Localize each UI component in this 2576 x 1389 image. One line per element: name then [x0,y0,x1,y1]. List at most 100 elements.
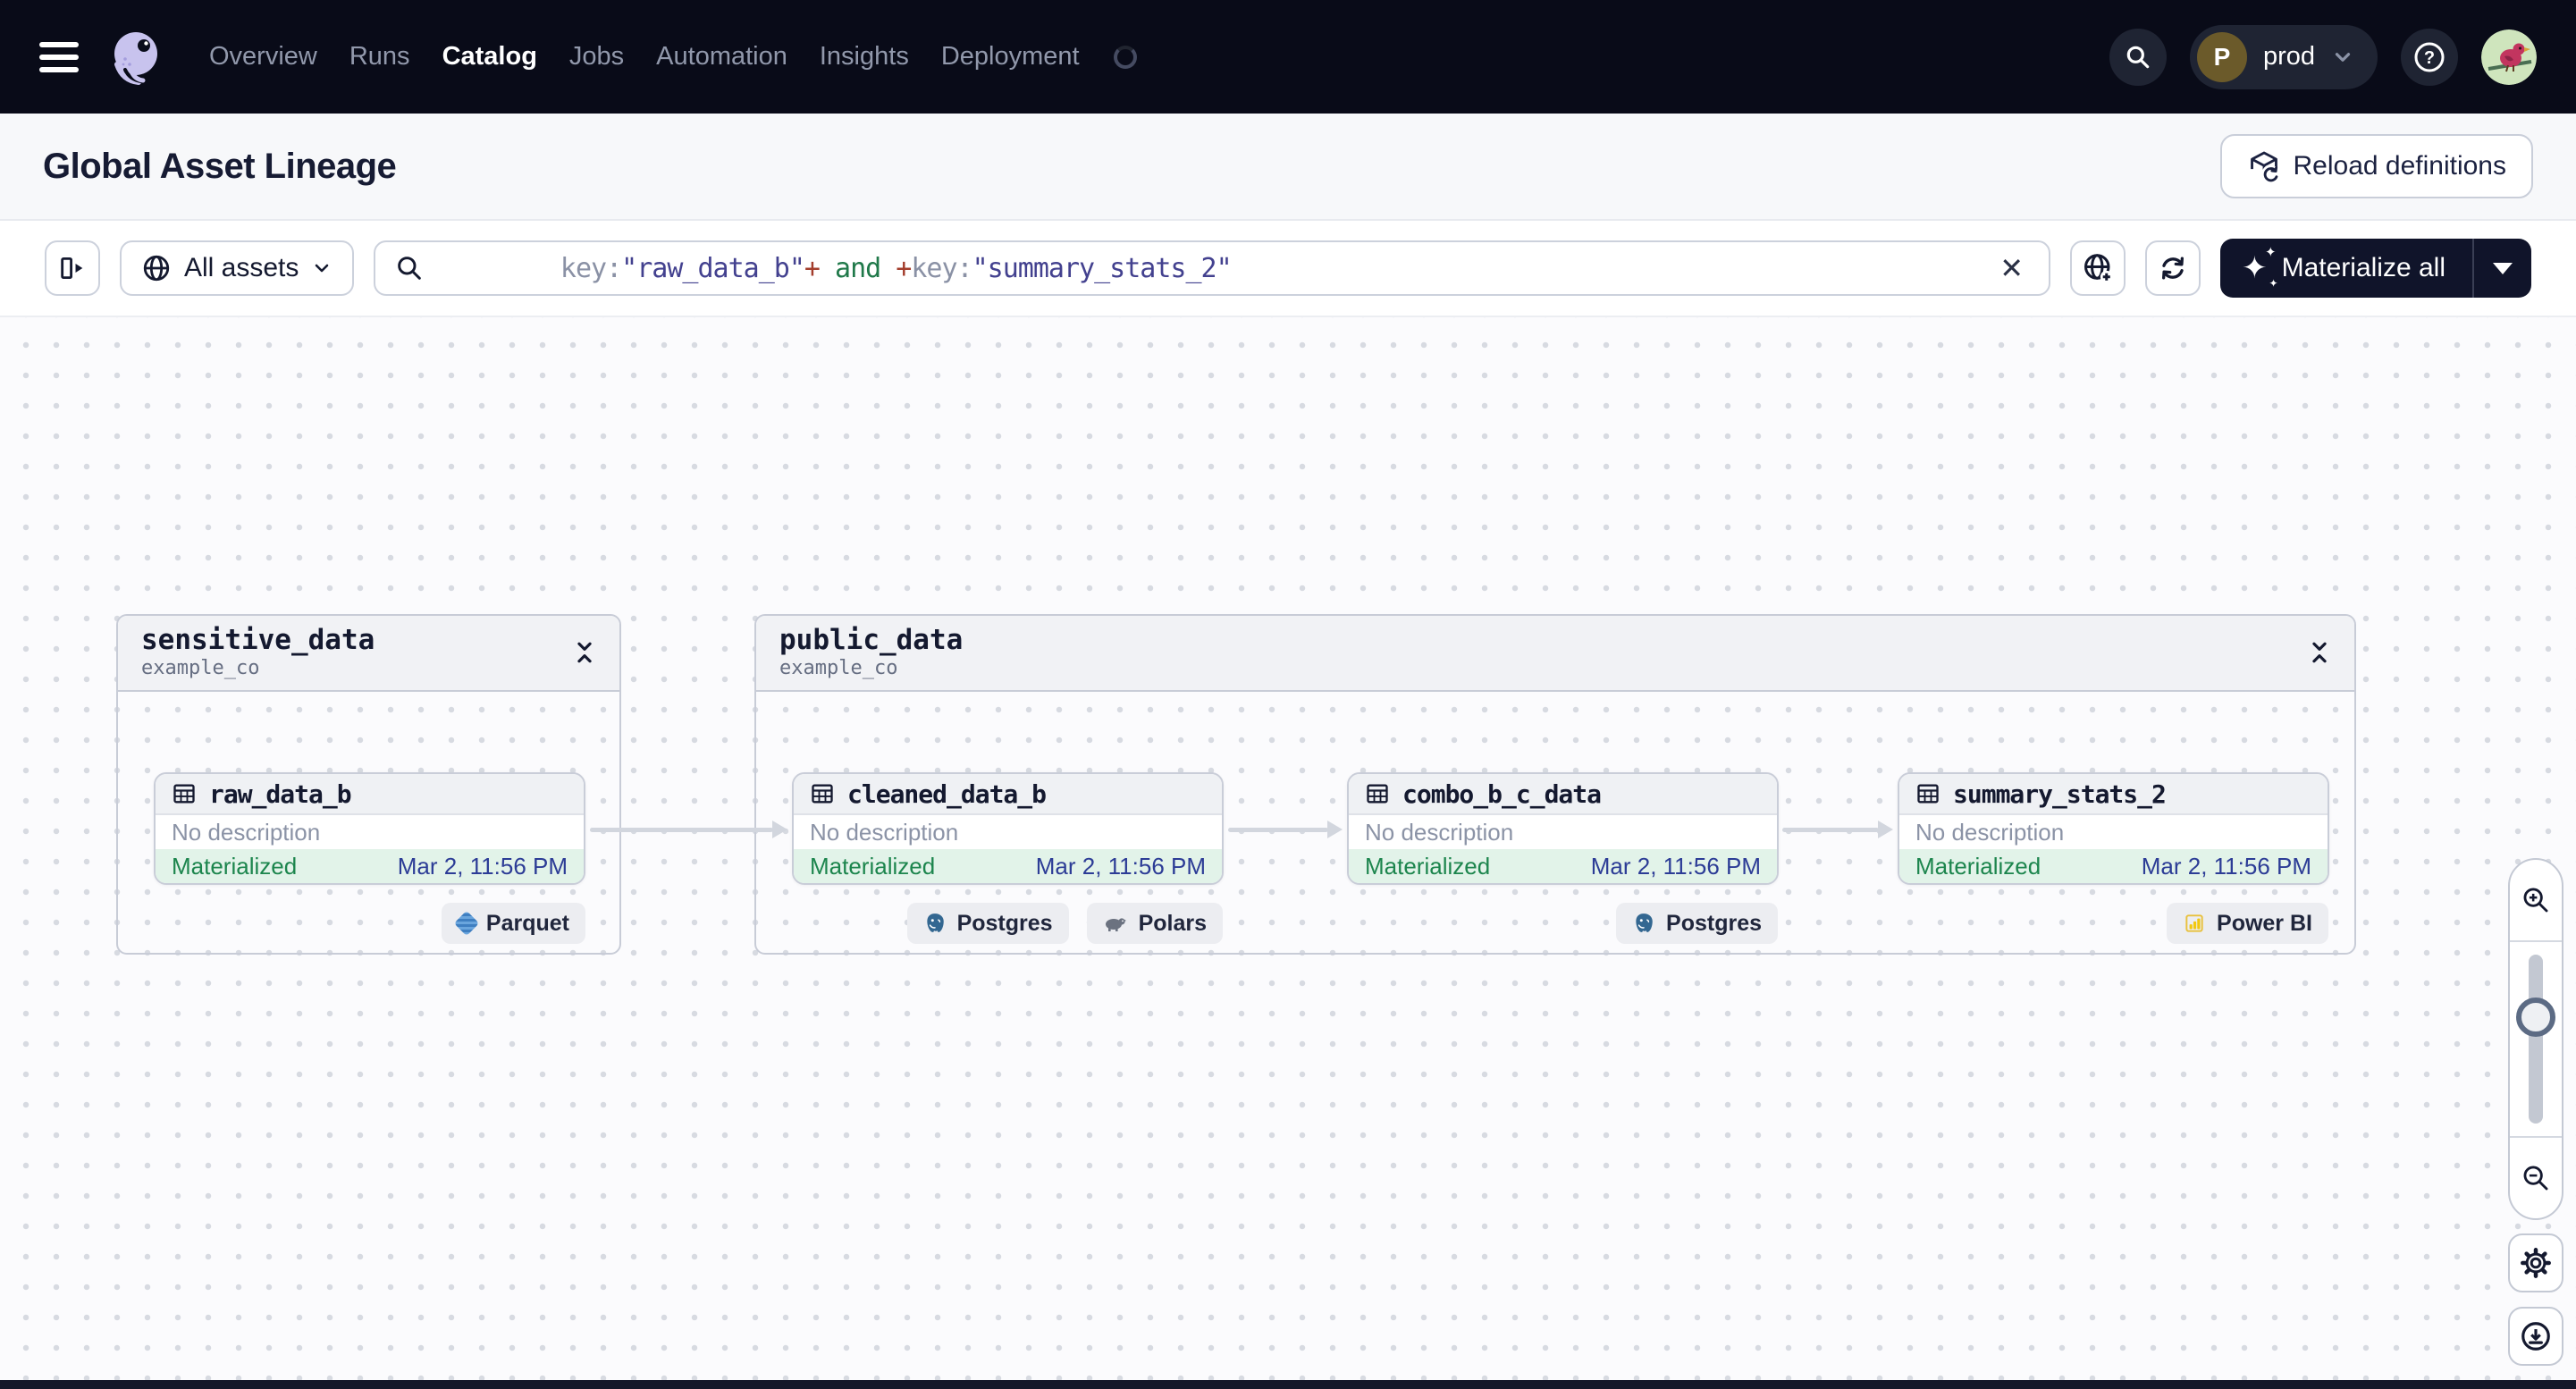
gear-icon [2521,1248,2551,1278]
kind-badges-summary-stats-2: Power BI [1898,903,2328,944]
view-full-graph-button[interactable] [2070,240,2126,296]
nav-item-jobs[interactable]: Jobs [569,42,624,72]
materialize-split-button: ✦ ✦ ✦ Materialize all [2220,239,2531,298]
user-avatar[interactable] [2481,29,2537,85]
refresh-button[interactable] [2145,240,2201,296]
materialize-options-button[interactable] [2472,239,2531,298]
kind-badges-combo-b-c-data: Postgres [1347,903,1778,944]
chevron-down-icon [316,264,329,273]
nav-item-catalog[interactable]: Catalog [442,42,537,72]
asset-status-row: Materialized Mar 2, 11:56 PM [1899,849,2328,883]
kind-badges-raw-data-b: Parquet [154,903,585,944]
lineage-canvas[interactable]: sensitive_data example_co public_data ex… [0,317,2576,1389]
kind-badge-label: Postgres [1666,910,1762,936]
zoom-slider-track[interactable] [2529,955,2543,1124]
kind-badge-powerbi[interactable]: Power BI [2167,903,2328,944]
refresh-icon [2162,257,2185,280]
nav-item-runs[interactable]: Runs [349,42,410,72]
zoom-controls [2508,858,2563,1220]
edge-combo-to-summary [1782,821,1893,838]
reload-definitions-button[interactable]: Reload definitions [2219,134,2533,198]
status-badge: Materialized [1915,852,2041,880]
table-asset-icon [1917,784,1939,804]
zoom-out-icon [2523,1166,2548,1191]
download-image-button[interactable] [2508,1307,2563,1366]
polars-icon [1105,918,1126,931]
materialize-all-label: Materialize all [2281,253,2446,282]
kind-badge-polars[interactable]: Polars [1086,903,1223,944]
graph-settings-button[interactable] [2508,1233,2563,1292]
table-asset-icon [812,784,833,804]
help-button[interactable]: ? [2401,28,2458,86]
asset-node-raw-data-b[interactable]: raw_data_b No description Materialized M… [154,772,585,885]
deployment-avatar: P [2196,31,2247,82]
materialization-timestamp[interactable]: Mar 2, 11:56 PM [398,853,568,880]
download-icon [2521,1322,2550,1351]
status-badge: Materialized [1365,852,1491,880]
asset-search-input[interactable]: key:"raw_data_b"+ and +key:"summary_stat… [374,240,2051,296]
open-left-panel-icon [61,257,83,280]
group-header[interactable]: public_data example_co [756,616,2354,692]
search-query-text: key:"raw_data_b"+ and +key:"summary_stat… [560,252,1233,284]
zoom-in-icon [2523,888,2548,913]
asset-node-summary-stats-2[interactable]: summary_stats_2 No description Materiali… [1898,772,2329,885]
collapse-group-icon[interactable] [2306,637,2333,668]
kind-badge-postgres[interactable]: Postgres [906,903,1069,944]
collapse-group-icon[interactable] [571,637,598,668]
edge-cleaned-to-combo [1228,821,1343,838]
nav-item-deployment[interactable]: Deployment [941,42,1080,72]
group-name: sensitive_data [141,624,375,656]
asset-name: summary_stats_2 [1953,779,2167,809]
asset-name: combo_b_c_data [1402,779,1602,809]
asset-description: No description [1915,818,2065,846]
dagster-logo-icon[interactable] [105,27,166,88]
materialization-timestamp[interactable]: Mar 2, 11:56 PM [1036,853,1206,880]
asset-status-row: Materialized Mar 2, 11:56 PM [794,849,1222,883]
open-panel-button[interactable] [45,240,100,296]
zoom-slider[interactable] [2510,942,2562,1136]
zoom-out-button[interactable] [2510,1138,2562,1218]
kind-badge-label: Power BI [2217,910,2312,936]
clear-search-icon[interactable]: ✕ [1994,251,2029,285]
nav-item-insights[interactable]: Insights [820,42,909,72]
nav-item-automation[interactable]: Automation [656,42,787,72]
dagster-app: Overview Runs Catalog Jobs Automation In… [0,0,2576,1389]
chevron-down-icon [2335,52,2351,62]
menu-icon[interactable] [39,41,79,72]
group-header[interactable]: sensitive_data example_co [118,616,619,692]
group-name: public_data [779,624,964,656]
table-asset-icon [173,784,195,804]
asset-scope-dropdown[interactable]: All assets [120,240,355,296]
materialization-timestamp[interactable]: Mar 2, 11:56 PM [1591,853,1761,880]
asset-node-header: summary_stats_2 [1899,774,2328,815]
asset-node-header: raw_data_b [156,774,584,815]
zoom-in-button[interactable] [2510,860,2562,940]
page-header: Global Asset Lineage Reload definitions [0,114,2576,221]
kind-badge-parquet[interactable]: Parquet [441,903,585,944]
edge-raw-to-cleaned [590,821,787,838]
search-button[interactable] [2109,28,2167,86]
bottom-edge-bar [0,1380,2576,1389]
kind-badge-label: Postgres [956,910,1053,936]
nav-right: P prod ? [2109,24,2537,89]
loading-spinner-icon [1113,45,1137,69]
materialization-timestamp[interactable]: Mar 2, 11:56 PM [2142,853,2311,880]
deployment-label: prod [2262,42,2315,71]
asset-scope-label: All assets [184,253,299,282]
materialize-all-button[interactable]: ✦ ✦ ✦ Materialize all [2220,239,2472,298]
asset-node-combo-b-c-data[interactable]: combo_b_c_data No description Materializ… [1347,772,1779,885]
page-title: Global Asset Lineage [43,146,397,186]
nav-links: Overview Runs Catalog Jobs Automation In… [209,42,1137,72]
group-location: example_co [779,656,898,679]
zoom-slider-thumb[interactable] [2516,998,2555,1037]
asset-name: raw_data_b [209,779,352,809]
asset-node-cleaned-data-b[interactable]: cleaned_data_b No description Materializ… [792,772,1224,885]
deployment-switcher[interactable]: P prod [2189,24,2378,89]
kind-badge-postgres[interactable]: Postgres [1616,903,1778,944]
search-icon [398,257,422,280]
parquet-icon [453,910,480,937]
top-nav: Overview Runs Catalog Jobs Automation In… [0,0,2576,114]
postgres-icon [926,913,944,932]
nav-item-overview[interactable]: Overview [209,42,317,72]
globe-icon [143,255,170,282]
